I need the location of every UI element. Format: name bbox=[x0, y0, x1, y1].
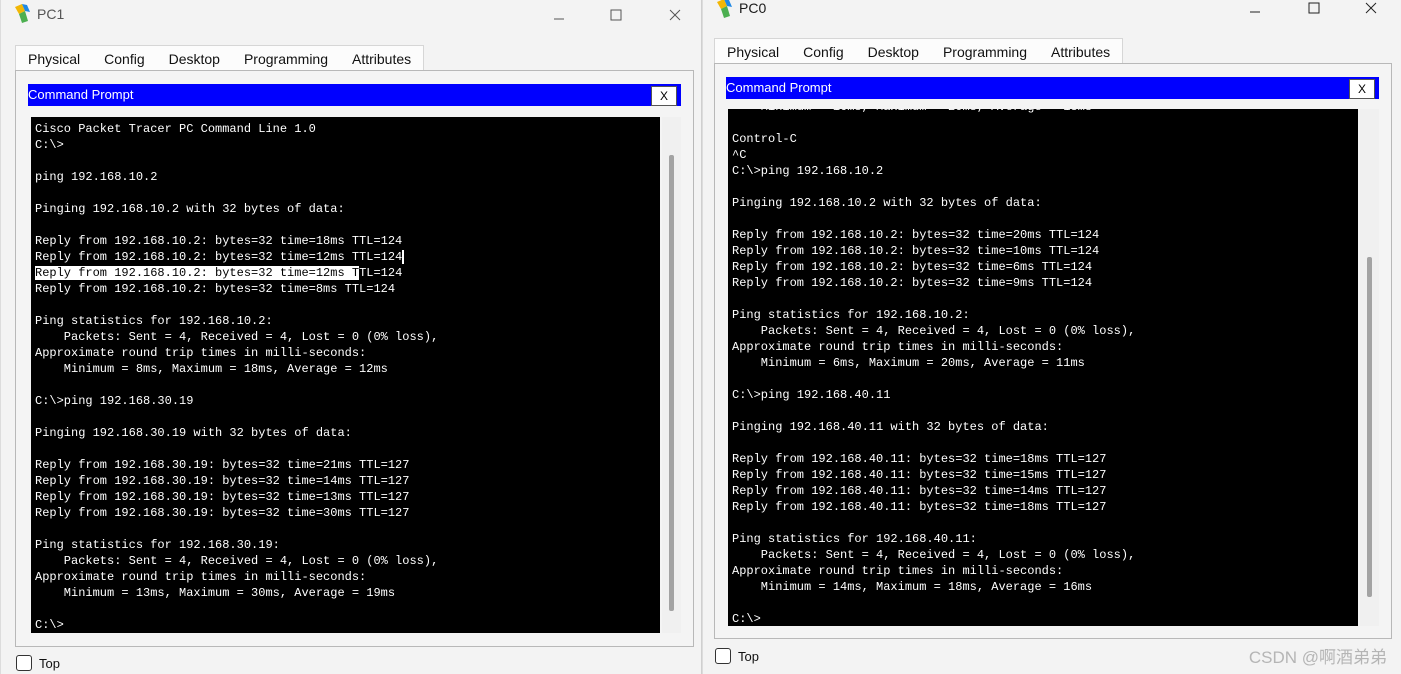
selected-text: Reply from 192.168.10.2: bytes=32 time=1… bbox=[35, 266, 360, 280]
tab-config[interactable]: Config bbox=[92, 46, 156, 72]
pc0-tab-bar: Physical Config Desktop Programming Attr… bbox=[714, 38, 1124, 67]
tab-attributes[interactable]: Attributes bbox=[1039, 39, 1122, 65]
terminal-text: Minimum = 16ms, Maximum = 20ms, Average … bbox=[732, 109, 1136, 626]
tab-programming[interactable]: Programming bbox=[931, 39, 1039, 65]
minimize-icon bbox=[554, 18, 564, 20]
watermark: CSDN @啊酒弟弟 bbox=[1248, 648, 1387, 667]
pc0-titlebar[interactable]: PC0 bbox=[703, 0, 1401, 32]
close-icon bbox=[669, 9, 681, 21]
packet-tracer-pc-icon bbox=[13, 3, 33, 25]
minimize-button[interactable] bbox=[1235, 0, 1275, 21]
selected-text-rest: TL=124 bbox=[359, 266, 403, 280]
scrollbar-thumb[interactable] bbox=[1367, 257, 1372, 597]
checkbox-box[interactable] bbox=[16, 655, 32, 671]
maximize-button[interactable] bbox=[596, 2, 636, 28]
top-checkbox[interactable]: Top bbox=[715, 648, 759, 664]
command-prompt-close-button[interactable]: X bbox=[1349, 79, 1375, 99]
command-prompt-close-button[interactable]: X bbox=[651, 86, 677, 106]
terminal-output[interactable]: Cisco Packet Tracer PC Command Line 1.0 … bbox=[31, 117, 660, 633]
pc0-window: PC0 Physical Config Desktop Programming … bbox=[702, 0, 1401, 674]
checkbox-box[interactable] bbox=[715, 648, 731, 664]
top-checkbox[interactable]: Top bbox=[16, 655, 60, 671]
window-title: PC0 bbox=[739, 0, 767, 16]
maximize-button[interactable] bbox=[1294, 0, 1334, 21]
command-prompt-title: Command Prompt bbox=[726, 80, 832, 95]
top-checkbox-label: Top bbox=[738, 648, 759, 664]
tab-physical[interactable]: Physical bbox=[715, 39, 791, 65]
terminal-text-after: Reply from 192.168.10.2: bytes=32 time=8… bbox=[35, 282, 439, 632]
text-cursor bbox=[402, 249, 405, 264]
minimize-icon bbox=[1250, 11, 1260, 13]
terminal-scrollbar[interactable] bbox=[1360, 109, 1379, 626]
packet-tracer-pc-icon bbox=[715, 0, 735, 20]
maximize-icon bbox=[610, 9, 622, 21]
pc1-titlebar[interactable]: PC1 bbox=[1, 0, 701, 32]
pc1-desktop-panel: Command Prompt X Cisco Packet Tracer PC … bbox=[15, 70, 694, 647]
maximize-icon bbox=[1308, 2, 1320, 14]
pc0-desktop-panel: Command Prompt X Minimum = 16ms, Maximum… bbox=[714, 63, 1392, 639]
tab-desktop[interactable]: Desktop bbox=[856, 39, 931, 67]
command-prompt-title: Command Prompt bbox=[28, 87, 134, 102]
tab-physical[interactable]: Physical bbox=[16, 46, 92, 72]
window-title: PC1 bbox=[37, 6, 65, 22]
tab-programming[interactable]: Programming bbox=[232, 46, 340, 72]
tab-config[interactable]: Config bbox=[791, 39, 855, 65]
tab-attributes[interactable]: Attributes bbox=[340, 46, 423, 72]
top-checkbox-label: Top bbox=[39, 655, 60, 671]
terminal-output[interactable]: Minimum = 16ms, Maximum = 20ms, Average … bbox=[728, 109, 1358, 626]
tab-desktop[interactable]: Desktop bbox=[157, 46, 232, 74]
close-button[interactable] bbox=[655, 2, 695, 28]
pc1-tab-bar: Physical Config Desktop Programming Attr… bbox=[15, 45, 425, 74]
minimize-button[interactable] bbox=[539, 2, 579, 28]
close-icon bbox=[1365, 2, 1377, 14]
pc1-window: PC1 Physical Config Desktop Programming … bbox=[0, 0, 702, 674]
close-button[interactable] bbox=[1351, 0, 1391, 21]
scrollbar-thumb[interactable] bbox=[669, 155, 674, 611]
terminal-scrollbar[interactable] bbox=[662, 117, 681, 633]
terminal-text-before: Cisco Packet Tracer PC Command Line 1.0 … bbox=[35, 122, 403, 264]
command-prompt-titlebar: Command Prompt X bbox=[726, 77, 1379, 99]
command-prompt-titlebar: Command Prompt X bbox=[28, 84, 681, 106]
